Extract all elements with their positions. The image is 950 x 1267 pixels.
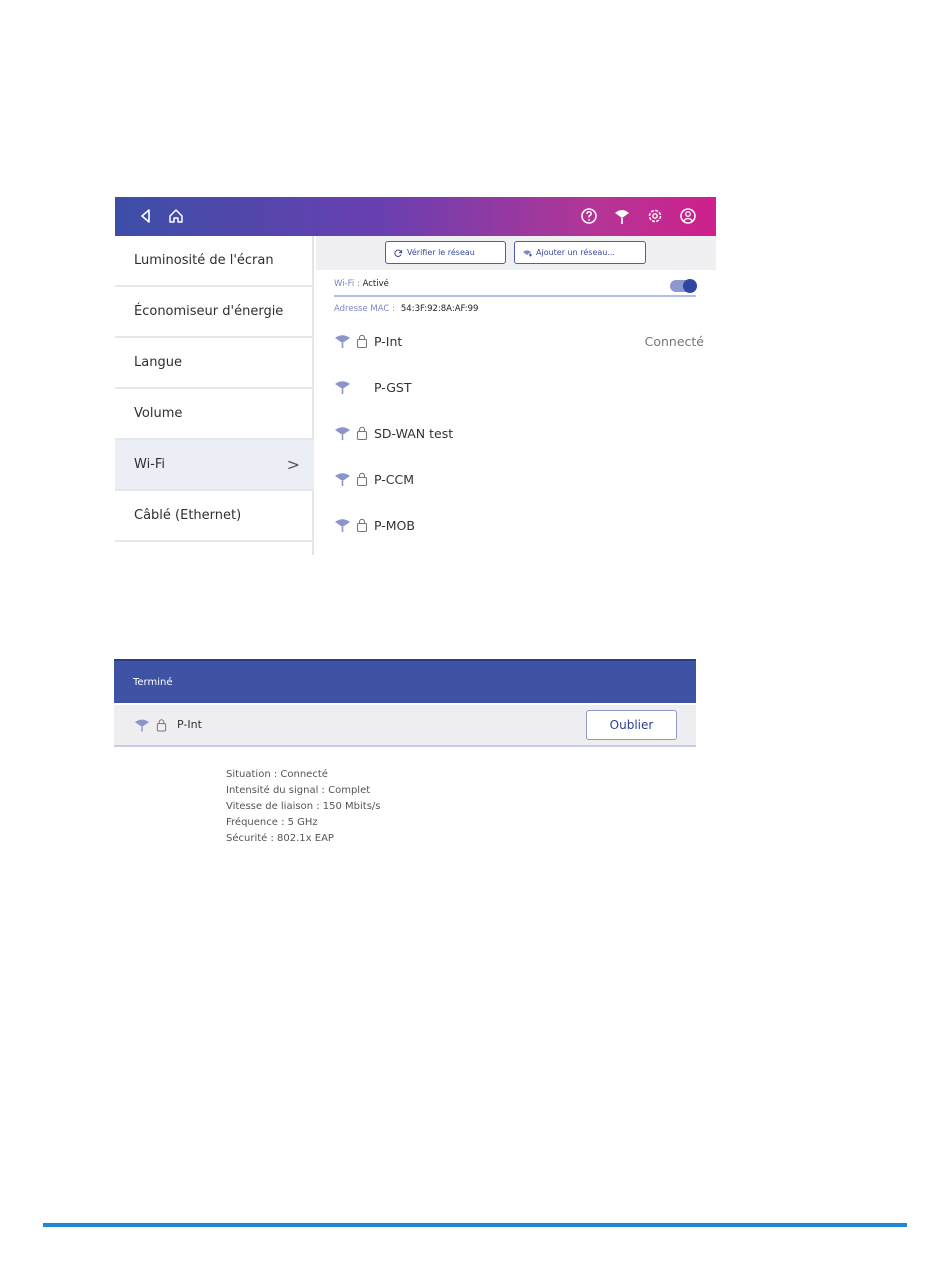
settings-icon[interactable] [645,206,665,226]
check-network-button[interactable]: Vérifier le réseau [385,241,506,264]
mac-label: Adresse MAC : [334,304,395,314]
lock-icon [356,472,368,486]
mac-value: 54:3F:92:8A:AF:99 [400,304,479,314]
done-label: Terminé [133,676,173,688]
selected-network-row: P-Int Oublier [114,705,696,747]
sidebar-item-energy-saver[interactable]: Économiseur d'énergie [115,287,314,338]
wifi-signal-icon [335,519,350,532]
network-item-p-gst[interactable]: P-GST [334,377,696,397]
detail-signal: Intensité du signal : Complet [226,785,371,796]
sidebar-item-brightness[interactable]: Luminosité de l'écran [115,236,314,287]
wifi-signal-icon [335,427,350,440]
network-details: Situation : Connecté Intensité du signal… [226,767,381,847]
detail-link-speed: Vitesse de liaison : 150 Mbits/s [226,801,381,812]
forget-button[interactable]: Oublier [586,710,677,740]
network-item-p-mob[interactable]: P-MOB [334,515,696,535]
help-icon[interactable] [579,206,599,226]
footer-rule [43,1223,907,1227]
refresh-icon [394,249,403,257]
add-network-label: Ajouter un réseau... [536,248,615,257]
add-network-icon [523,249,532,256]
wifi-signal-icon[interactable] [612,206,632,226]
network-name: SD-WAN test [374,425,454,441]
network-name: P-Int [177,718,202,731]
lock-icon [356,334,368,348]
wifi-settings-screen: Luminosité de l'écran Économiseur d'éner… [115,197,716,555]
sidebar-item-label: Luminosité de l'écran [134,253,274,268]
sidebar-item-label: Volume [134,406,183,421]
settings-sidebar: Luminosité de l'écran Économiseur d'éner… [115,236,314,555]
sidebar-item-label: Câblé (Ethernet) [134,508,242,523]
lock-icon [356,426,368,440]
detail-status: Situation : Connecté [226,769,328,780]
wifi-signal-icon [335,473,350,486]
wifi-panel: Vérifier le réseau Ajouter un réseau... … [316,236,716,555]
account-icon[interactable] [678,206,698,226]
wifi-signal-icon [335,335,350,348]
add-network-button[interactable]: Ajouter un réseau... [514,241,646,264]
network-status: Connecté [644,333,704,349]
network-item-sd-wan-test[interactable]: SD-WAN test [334,423,696,443]
chevron-right-icon: > [286,455,300,474]
sidebar-item-language[interactable]: Langue [115,338,314,389]
detail-frequency: Fréquence : 5 GHz [226,817,318,828]
sidebar-item-label: Wi-Fi [134,457,166,472]
network-name: P-CCM [374,471,415,487]
top-bar [115,197,716,236]
sidebar-item-label: Économiseur d'énergie [134,304,284,319]
wifi-toggle[interactable] [670,279,697,293]
wifi-status: Activé [362,279,389,289]
forget-label: Oublier [609,718,654,732]
mac-address-row: Adresse MAC : 54:3F:92:8A:AF:99 [334,304,478,314]
network-name: P-Int [374,333,403,349]
divider [334,295,696,297]
sidebar-item-wifi[interactable]: Wi-Fi > [115,440,314,491]
detail-security: Sécurité : 802.1x EAP [226,833,334,844]
sidebar-item-ethernet[interactable]: Câblé (Ethernet) [115,491,314,542]
network-name: P-GST [374,379,412,395]
network-item-p-ccm[interactable]: P-CCM [334,469,696,489]
network-item-p-int[interactable]: P-Int Connecté [334,331,704,351]
wifi-signal-icon [134,719,150,732]
lock-icon [156,719,167,732]
sidebar-item-label: Langue [134,355,182,370]
check-network-label: Vérifier le réseau [407,248,475,257]
network-details-screen: Terminé P-Int Oublier Situation : Connec… [114,659,696,859]
home-icon[interactable] [166,206,186,226]
action-bar: Vérifier le réseau Ajouter un réseau... [316,236,716,270]
lock-icon [356,518,368,532]
sidebar-item-volume[interactable]: Volume [115,389,314,440]
back-icon[interactable] [136,206,156,226]
done-header[interactable]: Terminé [114,659,696,703]
wifi-signal-icon [335,381,350,394]
wifi-label: Wi-Fi : [334,279,360,289]
network-name: P-MOB [374,517,415,533]
